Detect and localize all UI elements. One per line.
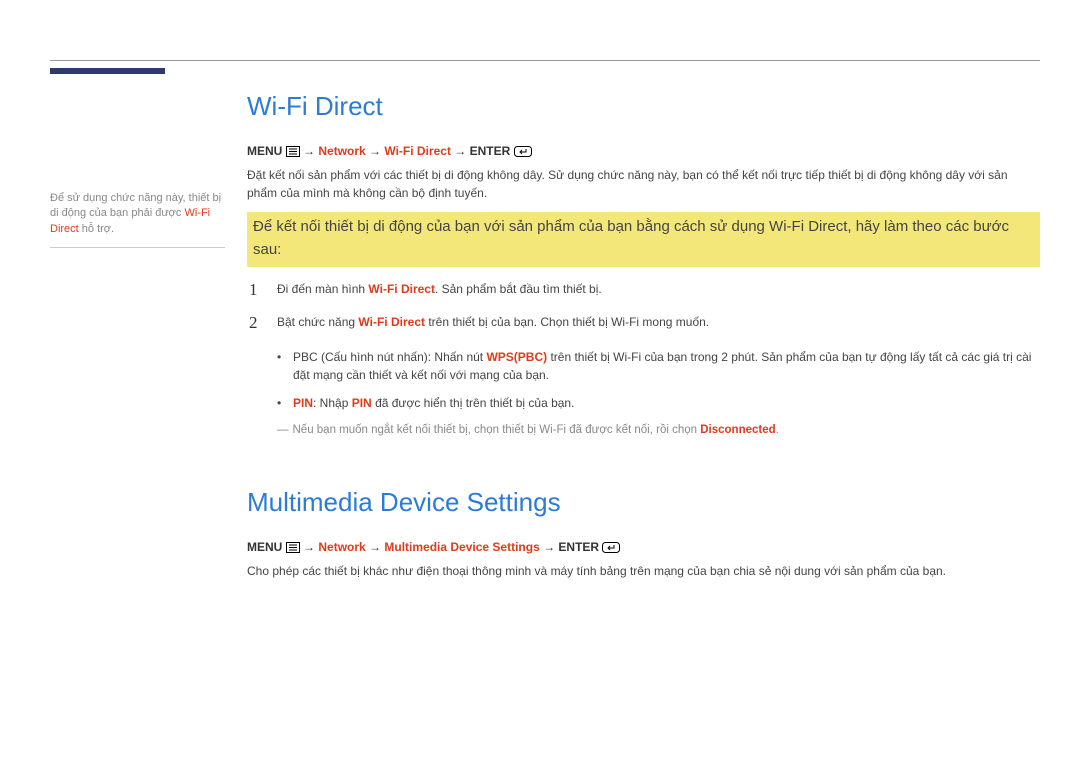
- nav2-menu-label: MENU: [247, 540, 282, 554]
- nav-enter-label: ENTER: [470, 144, 511, 158]
- step-1: Đi đến màn hình Wi-Fi Direct. Sản phẩm b…: [247, 281, 1040, 298]
- nav-item: Wi-Fi Direct: [384, 144, 451, 158]
- sidebar-note: Để sử dụng chức năng này, thiết bị di độ…: [50, 191, 225, 248]
- bullet2-hl2: PIN: [352, 396, 372, 410]
- sidebar-note-post: hỗ trợ.: [79, 223, 114, 235]
- steps-list: Đi đến màn hình Wi-Fi Direct. Sản phẩm b…: [247, 281, 1040, 332]
- highlight-instruction: Để kết nối thiết bị di động của bạn với …: [247, 212, 1040, 267]
- nav2-network: Network: [318, 540, 365, 554]
- step1-highlight: Wi-Fi Direct: [368, 282, 435, 296]
- bullet2-hl1: PIN: [293, 396, 313, 410]
- nav-network: Network: [318, 144, 365, 158]
- bullet-list: PBC (Cấu hình nút nhấn): Nhấn nút WPS(PB…: [277, 348, 1040, 412]
- nav-path-wifi: MENU → Network → Wi-Fi Direct → ENTER: [247, 144, 1040, 158]
- nav-menu-label: MENU: [247, 144, 282, 158]
- nav-path-multimedia: MENU → Network → Multimedia Device Setti…: [247, 540, 1040, 554]
- footnote-highlight: Disconnected: [700, 424, 775, 436]
- footnote-dash: ―: [277, 422, 289, 439]
- section-title-multimedia: Multimedia Device Settings: [247, 487, 1040, 518]
- intro-text: Đặt kết nối sản phẩm với các thiết bị di…: [247, 166, 1040, 202]
- main-content: Wi-Fi Direct MENU → Network → Wi-Fi Dire…: [247, 73, 1040, 586]
- sidebar: Để sử dụng chức năng này, thiết bị di độ…: [50, 73, 225, 586]
- footnote: ―Nếu bạn muốn ngắt kết nối thiết bị, chọ…: [277, 422, 1040, 439]
- menu-icon: [286, 146, 300, 157]
- section-title-wifi: Wi-Fi Direct: [247, 91, 1040, 122]
- accent-bar: [50, 68, 165, 74]
- nav2-item: Multimedia Device Settings: [384, 540, 539, 554]
- nav2-enter-label: ENTER: [558, 540, 599, 554]
- section2-body: Cho phép các thiết bị khác như điện thoạ…: [247, 562, 1040, 580]
- step-2: Bật chức năng Wi-Fi Direct trên thiết bị…: [247, 314, 1040, 331]
- enter-icon: [602, 542, 620, 553]
- menu-icon: [286, 542, 300, 553]
- enter-icon: [514, 146, 532, 157]
- bullet1-highlight: WPS(PBC): [486, 350, 547, 364]
- step2-highlight: Wi-Fi Direct: [358, 315, 425, 329]
- bullet-pbc: PBC (Cấu hình nút nhấn): Nhấn nút WPS(PB…: [277, 348, 1040, 384]
- bullet-pin: PIN: Nhập PIN đã được hiển thị trên thiế…: [277, 394, 1040, 412]
